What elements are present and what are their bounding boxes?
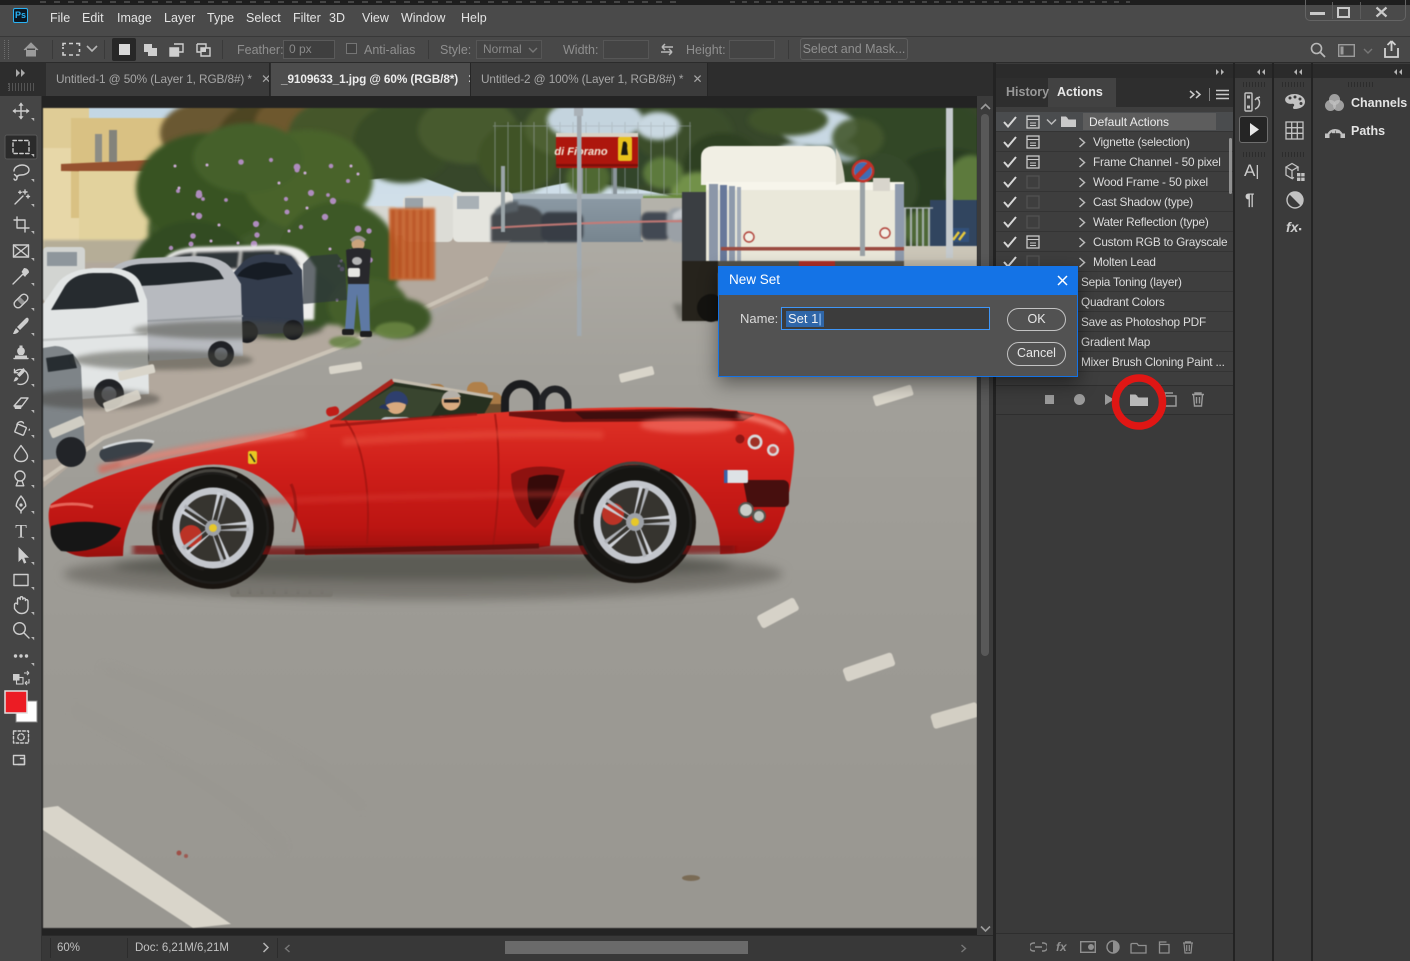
svg-text:T: T	[15, 522, 27, 543]
